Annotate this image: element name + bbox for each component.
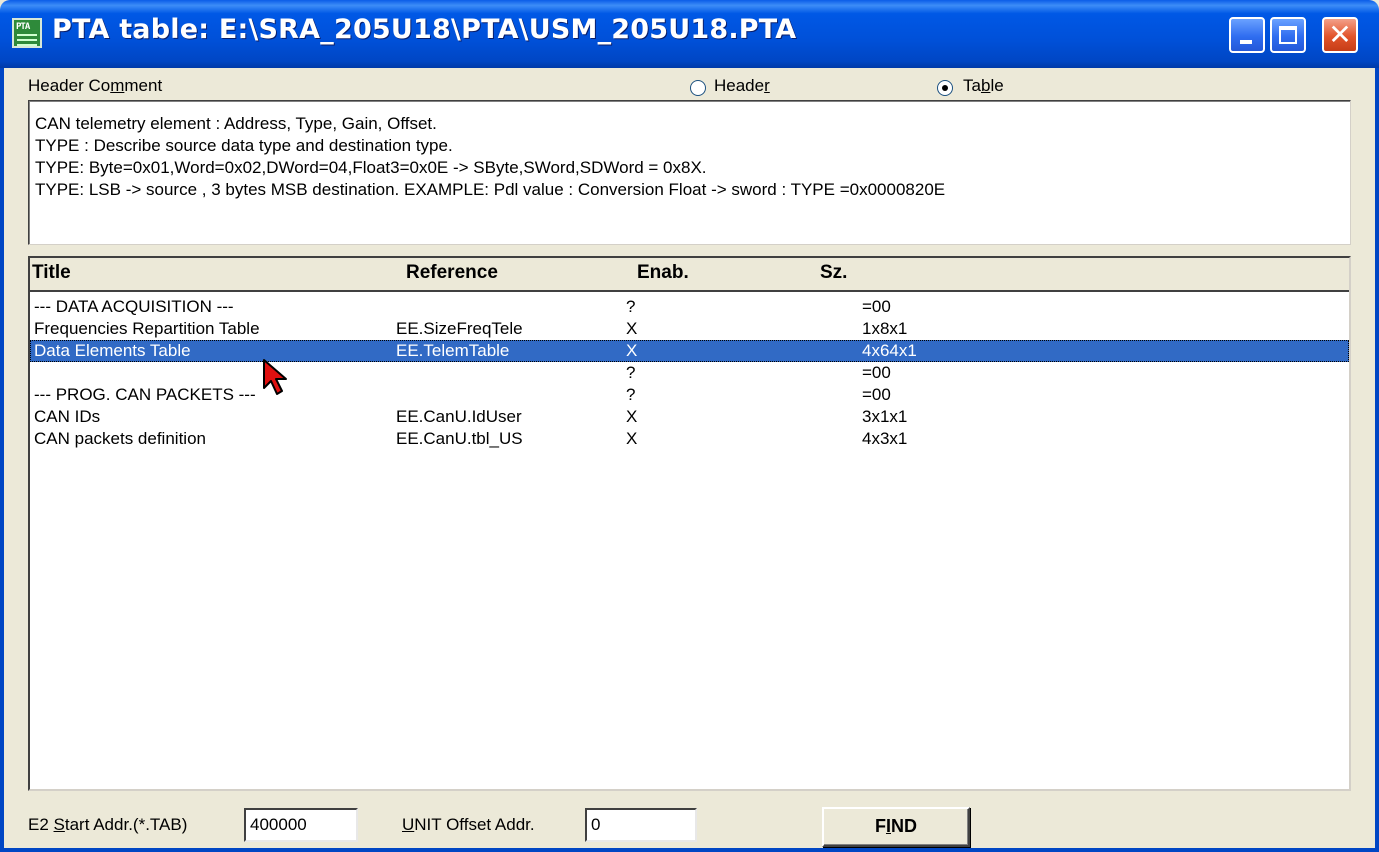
header-comment-textarea[interactable]: CAN telemetry element : Address, Type, G… <box>28 100 1351 245</box>
maximize-icon <box>1279 26 1297 44</box>
comment-line: TYPE: LSB -> source , 3 bytes MSB destin… <box>35 180 946 199</box>
close-button[interactable]: ✕ <box>1322 17 1358 53</box>
table-row[interactable]: --- DATA ACQUISITION --- ? =00 <box>30 296 1349 318</box>
unit-offset-addr-input[interactable]: 0 <box>585 808 697 842</box>
table-radio[interactable] <box>937 80 953 96</box>
header-radio-label[interactable]: Header <box>714 76 770 96</box>
table-row[interactable]: Frequencies Repartition Table EE.SizeFre… <box>30 318 1349 340</box>
app-icon-text: PTA <box>16 22 30 32</box>
table-row[interactable]: ? =00 <box>30 362 1349 384</box>
minimize-button[interactable] <box>1229 17 1265 53</box>
maximize-button[interactable] <box>1270 17 1306 53</box>
comment-line: TYPE: Byte=0x01,Word=0x02,DWord=04,Float… <box>35 158 707 177</box>
column-header-enab[interactable]: Enab. <box>637 262 689 284</box>
comment-line: CAN telemetry element : Address, Type, G… <box>35 114 437 133</box>
pta-table-list[interactable]: Title Reference Enab. Sz. --- DATA ACQUI… <box>28 256 1351 791</box>
title-bar[interactable]: PTA PTA table: E:\SRA_205U18\PTA\USM_205… <box>0 0 1379 68</box>
column-header-title[interactable]: Title <box>32 262 71 284</box>
table-row[interactable]: --- PROG. CAN PACKETS --- ? =00 <box>30 384 1349 406</box>
table-row[interactable]: CAN packets definition EE.CanU.tbl_US X … <box>30 428 1349 450</box>
minimize-icon <box>1240 40 1252 44</box>
unit-offset-addr-label: UNIT Offset Addr. <box>402 815 535 834</box>
table-row[interactable]: CAN IDs EE.CanU.IdUser X 3x1x1 <box>30 406 1349 428</box>
close-icon: ✕ <box>1328 18 1352 51</box>
comment-line: TYPE : Describe source data type and des… <box>35 136 453 155</box>
pta-file-icon[interactable]: PTA <box>12 18 42 48</box>
find-button[interactable]: FIND <box>822 807 970 847</box>
table-radio-label[interactable]: Table <box>963 76 1004 96</box>
e2-start-addr-label: E2 Start Addr.(*.TAB) <box>28 815 188 834</box>
table-row-selected[interactable]: Data Elements Table EE.TelemTable X 4x64… <box>30 340 1349 362</box>
window-title: PTA table: E:\SRA_205U18\PTA\USM_205U18.… <box>52 14 797 45</box>
header-comment-label: Header Comment <box>28 76 163 95</box>
mouse-pointer-icon <box>263 359 287 395</box>
column-header-size[interactable]: Sz. <box>820 262 847 284</box>
e2-start-addr-input[interactable]: 400000 <box>244 808 358 842</box>
header-radio[interactable] <box>690 80 706 96</box>
column-header-reference[interactable]: Reference <box>406 262 498 284</box>
table-header: Title Reference Enab. Sz. <box>30 258 1349 292</box>
